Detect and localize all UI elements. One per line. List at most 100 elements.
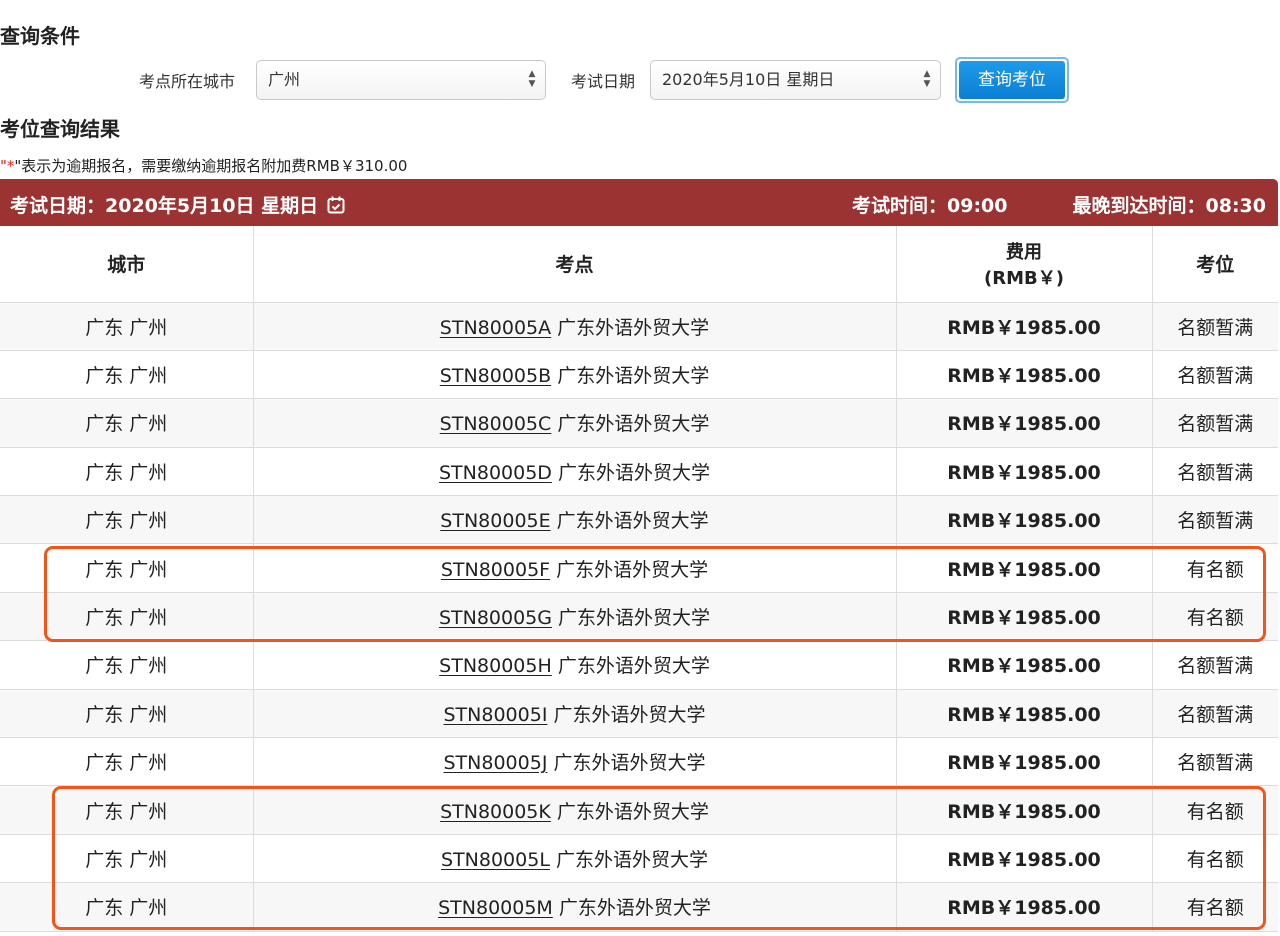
banner-date: 考试日期：2020年5月10日 星期日 — [10, 195, 319, 217]
exam-date-banner: 考试日期：2020年5月10日 星期日 考试时间：09:00 最晚到达时间：08… — [0, 179, 1278, 226]
test-center-name: 广东外语外贸大学 — [557, 461, 710, 484]
column-header-site: 考点 — [253, 226, 897, 303]
table-row: 广东 广州 STN80005B 广东外语外贸大学 RMB￥1985.00 名额暂满 — [0, 350, 1278, 400]
page: 查询条件 考点所在城市 广州 ▲ ▼ 考试日期 2020年5月10日 星期日 ▲ ▼… — [0, 0, 1280, 936]
test-center-code-link[interactable]: STN80005C — [440, 413, 552, 435]
cell-city: 广东 广州 — [0, 350, 254, 400]
cell-fee: RMB￥1985.00 — [896, 882, 1153, 932]
cell-site: STN80005L 广东外语外贸大学 — [253, 834, 897, 884]
cell-seat-status: 有名额 — [1152, 543, 1278, 593]
cell-site: STN80005D 广东外语外贸大学 — [253, 447, 897, 497]
test-center-name: 广东外语外贸大学 — [558, 897, 711, 920]
cell-seat-status: 名额暂满 — [1152, 398, 1278, 448]
cell-seat-status: 有名额 — [1152, 785, 1278, 835]
table-row: 广东 广州 STN80005D 广东外语外贸大学 RMB￥1985.00 名额暂满 — [0, 447, 1278, 497]
cell-city: 广东 广州 — [0, 592, 254, 642]
query-seats-button[interactable]: 查询考位 — [955, 57, 1069, 103]
test-center-code-link[interactable]: STN80005E — [440, 510, 550, 532]
table-row: 广东 广州 STN80005L 广东外语外贸大学 RMB￥1985.00 有名额 — [0, 834, 1278, 884]
query-seats-button-label: 查询考位 — [959, 61, 1065, 99]
cell-seat-status: 有名额 — [1152, 882, 1278, 932]
test-center-code-link[interactable]: STN80005D — [439, 462, 552, 484]
test-center-code-link[interactable]: STN80005A — [440, 317, 551, 339]
table-row: 广东 广州 STN80005F 广东外语外贸大学 RMB￥1985.00 有名额 — [0, 543, 1278, 593]
cell-fee: RMB￥1985.00 — [896, 785, 1153, 835]
cell-fee: RMB￥1985.00 — [896, 640, 1153, 690]
test-center-code-link[interactable]: STN80005K — [440, 801, 551, 823]
cell-fee: RMB￥1985.00 — [896, 834, 1153, 884]
test-center-code-link[interactable]: STN80005I — [444, 704, 548, 726]
test-center-name: 广东外语外贸大学 — [557, 365, 710, 388]
cell-fee: RMB￥1985.00 — [896, 737, 1153, 787]
date-label: 考试日期 — [571, 72, 636, 91]
banner-latest-arrival: 最晚到达时间：08:30 — [1072, 195, 1266, 217]
column-header-fee: 费用 (RMB￥) — [896, 226, 1153, 303]
cell-site: STN80005E 广东外语外贸大学 — [253, 495, 897, 545]
test-center-name: 广东外语外贸大学 — [556, 510, 709, 533]
note-open-quote: " — [0, 157, 7, 175]
fee-header-line2: (RMB￥) — [984, 267, 1064, 289]
cell-site: STN80005H 广东外语外贸大学 — [253, 640, 897, 690]
cell-fee: RMB￥1985.00 — [896, 495, 1153, 545]
cell-seat-status: 名额暂满 — [1152, 737, 1278, 787]
test-center-name: 广东外语外贸大学 — [553, 703, 706, 726]
city-select-value: 广州 — [268, 70, 301, 89]
cell-seat-status: 名额暂满 — [1152, 689, 1278, 739]
cell-city: 广东 广州 — [0, 447, 254, 497]
table-row: 广东 广州 STN80005J 广东外语外贸大学 RMB￥1985.00 名额暂满 — [0, 737, 1278, 787]
cell-seat-status: 名额暂满 — [1152, 350, 1278, 400]
test-center-code-link[interactable]: STN80005B — [440, 365, 551, 387]
column-header-seat: 考位 — [1152, 226, 1278, 303]
cell-seat-status: 名额暂满 — [1152, 640, 1278, 690]
table-row: 广东 广州 STN80005E 广东外语外贸大学 RMB￥1985.00 名额暂满 — [0, 495, 1278, 545]
late-registration-note: "*"表示为逾期报名，需要缴纳逾期报名附加费RMB￥310.00 — [0, 155, 407, 176]
date-select[interactable]: 2020年5月10日 星期日 ▲ ▼ — [650, 60, 941, 100]
fee-header-line1: 费用 — [1006, 241, 1042, 263]
test-center-name: 广东外语外贸大学 — [557, 413, 710, 436]
test-center-code-link[interactable]: STN80005H — [439, 655, 552, 677]
cell-city: 广东 广州 — [0, 785, 254, 835]
cell-city: 广东 广州 — [0, 737, 254, 787]
cell-seat-status: 有名额 — [1152, 592, 1278, 642]
city-select[interactable]: 广州 ▲ ▼ — [256, 60, 546, 100]
select-arrows-icon: ▲ ▼ — [923, 69, 931, 89]
test-center-code-link[interactable]: STN80005L — [441, 849, 550, 871]
test-center-name: 广东外语外贸大学 — [557, 655, 710, 678]
cell-fee: RMB￥1985.00 — [896, 350, 1153, 400]
test-center-name: 广东外语外贸大学 — [556, 800, 709, 823]
cell-site: STN80005F 广东外语外贸大学 — [253, 543, 897, 593]
cell-fee: RMB￥1985.00 — [896, 689, 1153, 739]
table-row: 广东 广州 STN80005M 广东外语外贸大学 RMB￥1985.00 有名额 — [0, 882, 1278, 932]
test-center-code-link[interactable]: STN80005M — [438, 897, 553, 919]
cell-city: 广东 广州 — [0, 398, 254, 448]
table-row: 广东 广州 STN80005C 广东外语外贸大学 RMB￥1985.00 名额暂满 — [0, 398, 1278, 448]
table-row: 广东 广州 STN80005G 广东外语外贸大学 RMB￥1985.00 有名额 — [0, 592, 1278, 642]
banner-exam-time: 考试时间：09:00 — [852, 195, 1008, 217]
note-text: "表示为逾期报名，需要缴纳逾期报名附加费RMB￥310.00 — [14, 157, 408, 175]
cell-site: STN80005J 广东外语外贸大学 — [253, 737, 897, 787]
city-label: 考点所在城市 — [139, 72, 236, 91]
seat-results-table: 城市 考点 费用 (RMB￥) 考位 广东 广州 STN80005A 广东外语外贸大… — [0, 226, 1278, 932]
banner-date-group: 考试日期：2020年5月10日 星期日 — [10, 191, 346, 220]
cell-city: 广东 广州 — [0, 302, 254, 351]
test-center-name: 广东外语外贸大学 — [553, 752, 706, 775]
calendar-check-icon[interactable] — [326, 195, 346, 220]
test-center-code-link[interactable]: STN80005F — [441, 559, 550, 581]
cell-site: STN80005K 广东外语外贸大学 — [253, 785, 897, 835]
column-header-city: 城市 — [0, 226, 254, 303]
table-row: 广东 广州 STN80005H 广东外语外贸大学 RMB￥1985.00 名额暂满 — [0, 640, 1278, 690]
search-section-title: 查询条件 — [0, 24, 80, 48]
cell-fee: RMB￥1985.00 — [896, 302, 1153, 351]
cell-city: 广东 广州 — [0, 543, 254, 593]
cell-city: 广东 广州 — [0, 689, 254, 739]
cell-fee: RMB￥1985.00 — [896, 398, 1153, 448]
table-header-row: 城市 考点 费用 (RMB￥) 考位 — [0, 226, 1278, 303]
cell-site: STN80005B 广东外语外贸大学 — [253, 350, 897, 400]
cell-seat-status: 名额暂满 — [1152, 447, 1278, 497]
test-center-code-link[interactable]: STN80005J — [444, 752, 548, 774]
test-center-code-link[interactable]: STN80005G — [439, 607, 552, 629]
cell-seat-status: 有名额 — [1152, 834, 1278, 884]
cell-site: STN80005M 广东外语外贸大学 — [253, 882, 897, 932]
table-row: 广东 广州 STN80005I 广东外语外贸大学 RMB￥1985.00 名额暂满 — [0, 689, 1278, 739]
cell-city: 广东 广州 — [0, 640, 254, 690]
